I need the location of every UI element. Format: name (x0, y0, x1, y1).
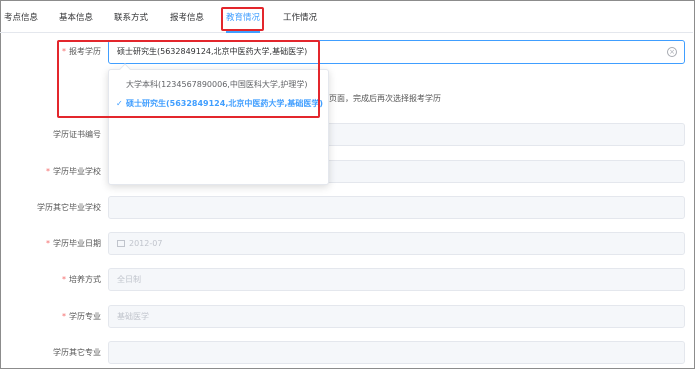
required-mark: * (46, 167, 50, 176)
major-label: * 学历专业 (62, 312, 101, 321)
training-select[interactable]: 全日制 (108, 268, 685, 291)
tab-exam-info[interactable]: 报考信息 (170, 11, 204, 25)
tab-exam-site[interactable]: 考点信息 (4, 11, 38, 25)
other-major-field[interactable] (108, 341, 685, 364)
other-school-field[interactable] (108, 196, 685, 219)
circle-close-icon[interactable]: × (667, 47, 677, 57)
tab-basic-info[interactable]: 基本信息 (59, 11, 93, 25)
required-mark: * (46, 239, 50, 248)
active-tab-indicator (226, 31, 260, 33)
tab-contact[interactable]: 联系方式 (114, 11, 148, 25)
required-mark: * (62, 312, 66, 321)
major-field[interactable]: 基础医学 (108, 305, 685, 328)
degree-hint-text: 页面，完成后再次选择报考学历 (329, 94, 441, 103)
grad-school-label: * 学历毕业学校 (46, 167, 101, 176)
tab-highlight-box (221, 7, 264, 31)
tab-bar: 考点信息 基本信息 联系方式 报考信息 教育情况 工作情况 (0, 0, 693, 33)
other-major-label: 学历其它专业 (53, 348, 101, 357)
grad-date-picker[interactable]: 2012-07 (108, 232, 685, 255)
tab-work[interactable]: 工作情况 (283, 11, 317, 25)
training-label: * 培养方式 (62, 275, 101, 284)
calendar-icon (117, 240, 125, 247)
grad-date-value: 2012-07 (129, 239, 163, 248)
required-mark: * (62, 275, 66, 284)
grad-date-label: * 学历毕业日期 (46, 239, 101, 248)
other-school-label: 学历其它毕业学校 (37, 203, 101, 212)
cert-no-label: 学历证书编号 (53, 130, 101, 139)
degree-highlight-box (57, 40, 320, 118)
